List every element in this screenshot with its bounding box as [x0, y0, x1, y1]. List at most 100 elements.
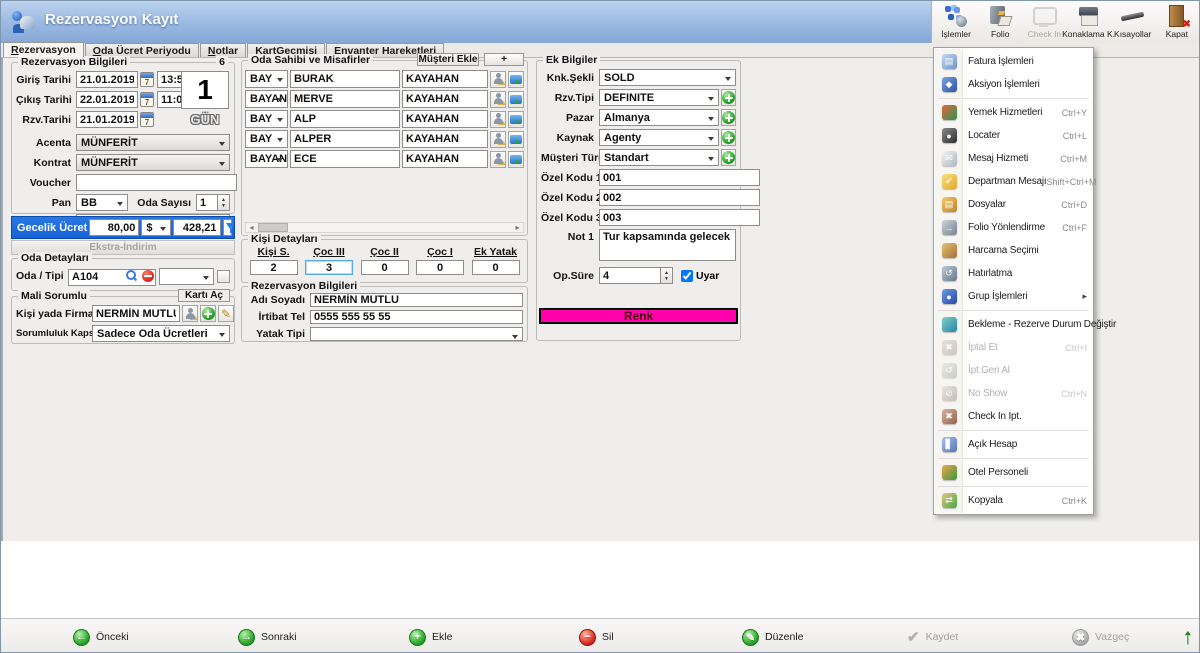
- add-customer-button[interactable]: Müşteri Ekle: [417, 53, 479, 66]
- person-detail-input-oc-i[interactable]: [416, 260, 464, 275]
- person-detail-input-ki-i-s[interactable]: [250, 260, 298, 275]
- person-detail-input-oc-ii[interactable]: [361, 260, 409, 275]
- total-rate-input[interactable]: [173, 219, 221, 236]
- scope-select[interactable]: Sadece Oda Ücretleri: [92, 325, 230, 342]
- guest-title-select[interactable]: BAYAN: [245, 150, 288, 168]
- special-code-3-input[interactable]: [599, 209, 760, 226]
- board-select[interactable]: BB: [76, 194, 128, 211]
- guest-person-button[interactable]: [490, 71, 506, 88]
- nightly-rate-input[interactable]: [89, 219, 139, 236]
- guest-card-button[interactable]: [508, 131, 524, 148]
- rate-filter-button[interactable]: [223, 219, 232, 236]
- special-code-2-input[interactable]: [599, 189, 760, 206]
- agency-select[interactable]: MÜNFERİT: [76, 134, 230, 151]
- room-count-input[interactable]: [196, 194, 218, 211]
- tab-notlar[interactable]: Notlar: [200, 43, 246, 57]
- warn-checkbox[interactable]: [681, 270, 693, 282]
- menu-item-aksiyon-i-lemleri[interactable]: ◆Aksiyon İşlemleri: [935, 73, 1092, 96]
- note-1-textarea[interactable]: [599, 229, 736, 261]
- guest-lastname-input[interactable]: [402, 70, 488, 88]
- reservation-date-input[interactable]: [76, 111, 138, 128]
- guest-person-button[interactable]: [490, 111, 506, 128]
- add-guest-row-button[interactable]: +: [484, 53, 524, 66]
- person-detail-input-ek-yatak[interactable]: [472, 260, 520, 275]
- tab-oda-cret-periyodu[interactable]: Oda Ücret Periyodu: [85, 43, 199, 57]
- market-add-button[interactable]: [721, 109, 736, 126]
- bottom-button-sil[interactable]: −Sil: [579, 627, 614, 647]
- guest-firstname-input[interactable]: [290, 70, 400, 88]
- bottom-button-sonraki[interactable]: →Sonraki: [238, 627, 297, 647]
- room-extra-button[interactable]: [217, 270, 230, 283]
- guest-title-select[interactable]: BAY: [245, 70, 288, 88]
- fullname-input[interactable]: [310, 293, 523, 307]
- guest-card-button[interactable]: [508, 111, 524, 128]
- calendar-icon[interactable]: [140, 112, 154, 127]
- scroll-thumb[interactable]: [258, 223, 288, 232]
- source-select[interactable]: Agenty: [599, 129, 719, 146]
- menu-item-yemek-hizmetleri[interactable]: Yemek HizmetleriCtrl+Y: [935, 101, 1092, 124]
- customer-type-add-button[interactable]: [721, 149, 736, 166]
- source-add-button[interactable]: [721, 129, 736, 146]
- rzv-type-select[interactable]: DEFINITE: [599, 89, 719, 106]
- guest-title-select[interactable]: BAYAN: [245, 90, 288, 108]
- tab-rezervasyon[interactable]: Rezervasyon: [3, 42, 84, 57]
- calendar-icon[interactable]: [140, 72, 154, 87]
- menu-item-departman-mesaj[interactable]: ✔Departman MesajıShift+Ctrl+M: [935, 170, 1092, 193]
- room-type-select[interactable]: [159, 268, 214, 285]
- menu-item-bekleme-rezerve-durum-de-i-tir[interactable]: Bekleme - Rezerve Durum Değiştir: [935, 313, 1092, 336]
- customer-type-select[interactable]: Standart: [599, 149, 719, 166]
- guest-card-button[interactable]: [508, 151, 524, 168]
- guest-person-button[interactable]: [490, 91, 506, 108]
- menu-item-harcama-se-imi[interactable]: Harcama Seçimi: [935, 239, 1092, 262]
- room-count-stepper[interactable]: ▲▼: [218, 194, 230, 211]
- checkin-date-input[interactable]: [76, 71, 138, 88]
- person-edit-button[interactable]: ✎: [218, 305, 234, 322]
- menu-item-check-in-ipt[interactable]: ✖Check In Ipt.: [935, 405, 1092, 428]
- scroll-left-icon[interactable]: ◂: [246, 223, 257, 232]
- guest-person-button[interactable]: [490, 131, 506, 148]
- bottom-button-d-zenle[interactable]: ✎Düzenle: [742, 627, 804, 647]
- person-lookup-button[interactable]: [182, 305, 198, 322]
- menu-item-kopyala[interactable]: ⇄KopyalaCtrl+K: [935, 489, 1092, 512]
- checkout-date-input[interactable]: [76, 91, 138, 108]
- contract-select[interactable]: MÜNFERİT: [76, 154, 230, 171]
- guest-lastname-input[interactable]: [402, 130, 488, 148]
- special-code-1-input[interactable]: [599, 169, 760, 186]
- toolbar-button-kapat[interactable]: Kapat: [1155, 2, 1199, 42]
- scroll-top-icon[interactable]: ↑: [1183, 625, 1194, 649]
- menu-item-mesaj-hizmeti[interactable]: ✉Mesaj HizmetiCtrl+M: [935, 147, 1092, 170]
- phone-input[interactable]: [310, 310, 523, 324]
- bottom-button-nceki[interactable]: ←Önceki: [73, 627, 129, 647]
- market-select[interactable]: Almanya: [599, 109, 719, 126]
- knk-select[interactable]: SOLD: [599, 69, 736, 86]
- rzv-type-add-button[interactable]: [721, 89, 736, 106]
- op-duration-stepper[interactable]: ▲▼: [661, 267, 673, 284]
- menu-item-dosyalar[interactable]: ▤DosyalarCtrl+D: [935, 193, 1092, 216]
- menu-item-grup-i-lemleri[interactable]: ●Grup İşlemleri▸: [935, 285, 1092, 308]
- guest-lastname-input[interactable]: [402, 110, 488, 128]
- menu-item-otel-personeli[interactable]: Otel Personeli: [935, 461, 1092, 484]
- color-button[interactable]: Renk: [539, 308, 738, 324]
- guest-firstname-input[interactable]: [290, 130, 400, 148]
- voucher-input[interactable]: [76, 174, 237, 191]
- op-duration-input[interactable]: [599, 267, 661, 284]
- menu-item-folio-y-nlendirme[interactable]: →Folio YönlendirmeCtrl+F: [935, 216, 1092, 239]
- menu-item-fatura-i-lemleri[interactable]: ▤Fatura İşlemleri: [935, 50, 1092, 73]
- open-card-button[interactable]: Kartı Aç: [178, 289, 230, 302]
- menu-item-a-k-hesap[interactable]: ▋Açık Hesap: [935, 433, 1092, 456]
- calendar-icon[interactable]: [140, 92, 154, 107]
- guest-lastname-input[interactable]: [402, 90, 488, 108]
- menu-item-locater[interactable]: ●LocaterCtrl+L: [935, 124, 1092, 147]
- toolbar-button-i-lemler[interactable]: İşlemler: [934, 2, 978, 42]
- guest-card-button[interactable]: [508, 71, 524, 88]
- toolbar-button-k-sayollar[interactable]: Kısayollar: [1111, 2, 1155, 42]
- bottom-button-ekle[interactable]: +Ekle: [409, 627, 452, 647]
- guest-title-select[interactable]: BAY: [245, 110, 288, 128]
- toolbar-button-folio[interactable]: Folio: [978, 2, 1022, 42]
- bed-type-select[interactable]: [310, 327, 523, 341]
- guest-title-select[interactable]: BAY: [245, 130, 288, 148]
- toolbar-button-konaklama-k[interactable]: Konaklama K.: [1067, 2, 1111, 42]
- guest-card-button[interactable]: [508, 91, 524, 108]
- scroll-right-icon[interactable]: ▸: [512, 223, 523, 232]
- guest-lastname-input[interactable]: [402, 150, 488, 168]
